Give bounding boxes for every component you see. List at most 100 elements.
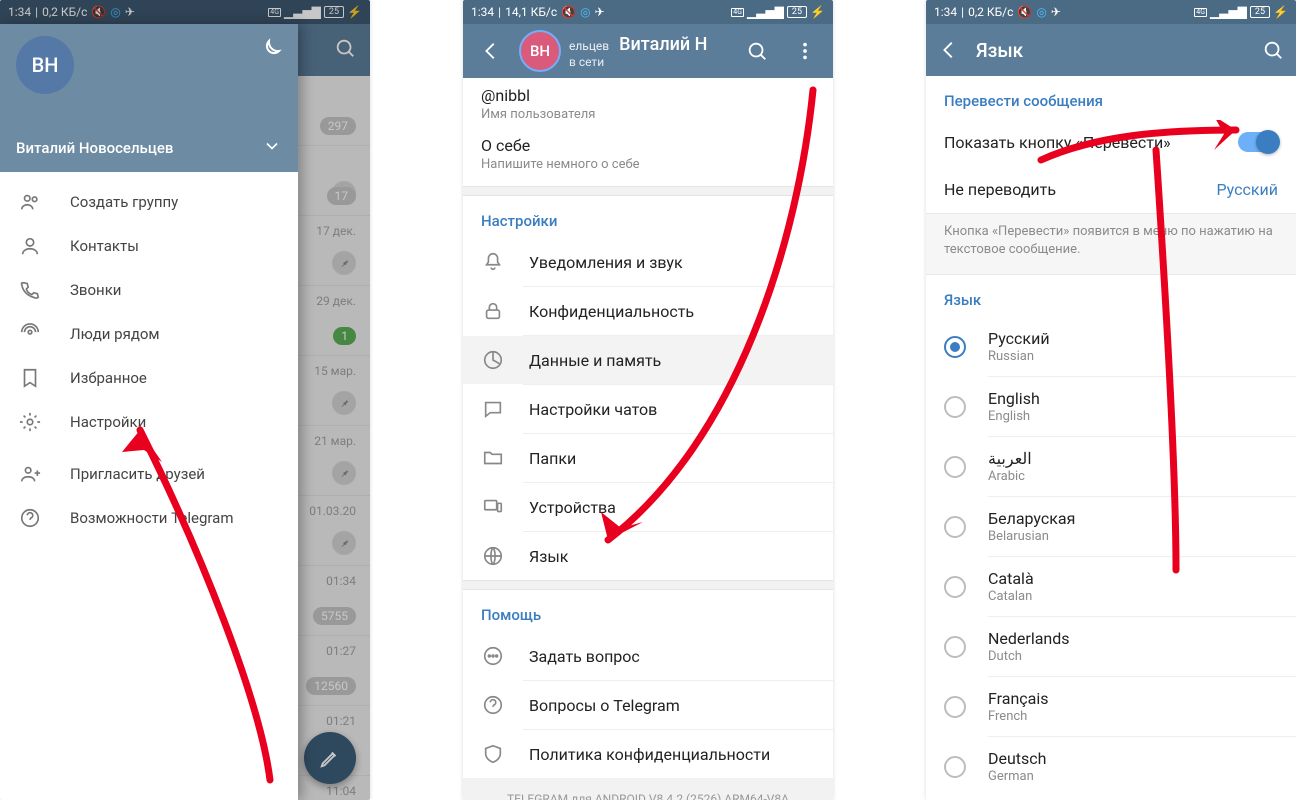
drawer-new-group[interactable]: Создать группу <box>0 180 298 224</box>
help-row[interactable]: Политика конфиденциальности <box>463 730 833 778</box>
settings-row[interactable]: Конфиденциальность <box>463 287 833 335</box>
show-translate-toggle-row[interactable]: Показать кнопку «Перевести» <box>926 118 1296 166</box>
drawer-nearby[interactable]: Люди рядом <box>0 312 298 356</box>
language-row[interactable]: CatalàCatalan <box>926 557 1296 616</box>
lock-icon <box>481 300 505 322</box>
devices-icon <box>481 496 505 518</box>
language-row[interactable]: БеларускаяBelarusian <box>926 497 1296 556</box>
nearby-icon <box>18 323 42 345</box>
drawer-items: Создать группу Контакты Звонки Люди рядо… <box>0 172 298 548</box>
username-row[interactable]: @nibbl Имя пользователя <box>463 78 833 136</box>
dont-translate-row[interactable]: Не переводить Русский <box>926 166 1296 213</box>
tg-icon: ✈ <box>1051 5 1061 19</box>
net-badge: 4G <box>731 8 744 17</box>
help-icon <box>18 507 42 529</box>
back-icon[interactable] <box>938 30 960 70</box>
avatar[interactable]: ВН <box>16 36 74 94</box>
radio-icon[interactable] <box>944 396 966 418</box>
drawer-header: ВН Виталий Новосельцев <box>0 24 298 172</box>
about-row[interactable]: О себе Напишите немного о себе <box>463 136 833 186</box>
divider <box>463 186 833 196</box>
settings-row[interactable]: Папки <box>463 434 833 482</box>
settings-row[interactable]: Данные и память <box>463 336 833 384</box>
toolbar: Язык <box>926 24 1296 76</box>
contact-icon <box>18 235 42 257</box>
settings-row[interactable]: Настройки чатов <box>463 385 833 433</box>
tg-icon: ✈ <box>595 5 605 19</box>
radio-icon[interactable] <box>944 516 966 538</box>
night-mode-icon[interactable] <box>258 38 282 66</box>
screen-2-settings: 1:34 | 14,1 КБ/с 🔇 ◎ ✈ 4G ▁▃▅▇ 25 ⚡ ВН е… <box>463 0 833 800</box>
avatar[interactable]: ВН <box>519 30 561 72</box>
drawer-contacts[interactable]: Контакты <box>0 224 298 268</box>
language-row[interactable]: РусскийRussian <box>926 317 1296 376</box>
screen-3-language: 1:34 | 0,2 КБ/с 🔇 ◎ ✈ 4G ▁▃▅▇ 25 ⚡ Язык … <box>926 0 1296 800</box>
pie-icon <box>481 349 505 371</box>
status-speed: 0,2 КБ/с <box>968 5 1013 19</box>
screen-1-drawer: 1:34 | 0,2 КБ/с 🔇 ◎ ✈ 4G ▁▃▅▇ 25 ⚡ ☰ It2… <box>0 0 370 800</box>
charging-icon: ⚡ <box>1273 5 1288 19</box>
nav-drawer: ВН Виталий Новосельцев Создать группу Ко… <box>0 24 298 800</box>
page-title: Язык <box>976 39 1023 62</box>
language-row[interactable]: FrançaisFrench <box>926 677 1296 736</box>
shield-icon <box>481 743 505 765</box>
section-settings: Настройки <box>463 196 833 238</box>
drawer-features[interactable]: Возможности Telegram <box>0 496 298 540</box>
chat-icon <box>481 398 505 420</box>
settings-row[interactable]: Язык <box>463 532 833 580</box>
battery-icon: 25 <box>1250 6 1270 18</box>
folder-icon <box>481 447 505 469</box>
drawer-saved[interactable]: Избранное <box>0 356 298 400</box>
drawer-calls[interactable]: Звонки <box>0 268 298 312</box>
charging-icon: ⚡ <box>810 5 825 19</box>
faq-icon <box>481 694 505 716</box>
version: TELEGRAM для ANDROID V8.4.2 (2526) ARM64… <box>463 778 833 800</box>
more-icon[interactable] <box>785 31 825 71</box>
user-name: Виталий Новосельцев <box>16 139 173 157</box>
language-row[interactable]: DeutschGerman <box>926 737 1296 796</box>
tg-icon: ◎ <box>580 5 590 19</box>
group-icon <box>18 191 42 213</box>
radio-icon[interactable] <box>944 696 966 718</box>
drawer-settings[interactable]: Настройки <box>0 400 298 444</box>
help-row[interactable]: Вопросы о Telegram <box>463 681 833 729</box>
section-help: Помощь <box>463 590 833 632</box>
section-translate: Перевести сообщения <box>926 76 1296 118</box>
radio-icon[interactable] <box>944 636 966 658</box>
language-body[interactable]: Перевести сообщения Показать кнопку «Пер… <box>926 76 1296 800</box>
search-icon[interactable] <box>1262 30 1284 70</box>
toggle-on[interactable] <box>1238 132 1278 152</box>
ask-icon <box>481 645 505 667</box>
radio-icon[interactable] <box>944 336 966 358</box>
mute-icon: 🔇 <box>561 5 576 19</box>
status-time: 1:34 <box>471 5 494 19</box>
radio-icon[interactable] <box>944 576 966 598</box>
settings-body[interactable]: @nibbl Имя пользователя О себе Напишите … <box>463 78 833 800</box>
drawer-invite[interactable]: Пригласить друзей <box>0 452 298 496</box>
bookmark-icon <box>18 367 42 389</box>
section-language: Язык <box>926 275 1296 317</box>
invite-icon <box>18 463 42 485</box>
signal-icon: ▁▃▅▇ <box>747 5 784 19</box>
search-icon[interactable] <box>737 31 777 71</box>
language-row[interactable]: NederlandsDutch <box>926 617 1296 676</box>
radio-icon[interactable] <box>944 456 966 478</box>
status-speed: 14,1 КБ/с <box>505 5 557 19</box>
language-row[interactable]: العربيةArabic <box>926 437 1296 496</box>
globe-icon <box>481 545 505 567</box>
status-time: 1:34 <box>934 5 957 19</box>
divider <box>463 580 833 590</box>
status-bar: 1:34 | 0,2 КБ/с 🔇 ◎ ✈ 4G ▁▃▅▇ 25 ⚡ <box>926 0 1296 24</box>
settings-row[interactable]: Уведомления и звук <box>463 238 833 286</box>
phone-icon <box>18 279 42 301</box>
profile-toolbar: ВН ельцев Виталий Н в сети <box>463 24 833 78</box>
back-icon[interactable] <box>471 31 511 71</box>
bell-icon <box>481 251 505 273</box>
name-fragment: ельцев <box>569 39 609 53</box>
settings-row[interactable]: Устройства <box>463 483 833 531</box>
chevron-down-icon[interactable] <box>262 136 282 160</box>
language-row[interactable]: EnglishEnglish <box>926 377 1296 436</box>
help-row[interactable]: Задать вопрос <box>463 632 833 680</box>
radio-icon[interactable] <box>944 756 966 778</box>
name-full: Виталий Н <box>619 34 707 55</box>
